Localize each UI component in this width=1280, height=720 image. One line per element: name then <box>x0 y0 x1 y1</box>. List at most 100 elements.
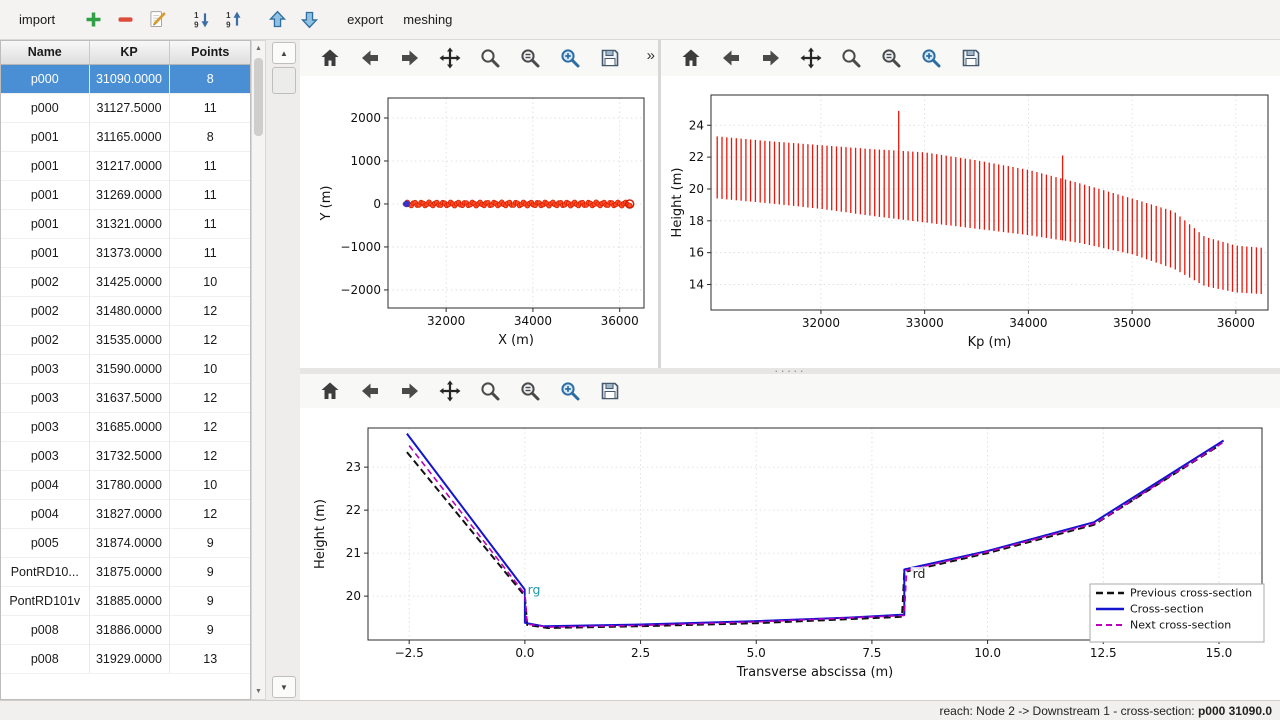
table-cell[interactable]: p003 <box>1 441 89 470</box>
table-cell[interactable]: 9 <box>169 586 251 615</box>
table-cell[interactable]: 31480.0000 <box>89 296 169 325</box>
forward-button[interactable] <box>394 43 426 73</box>
table-cell[interactable]: 31425.0000 <box>89 267 169 296</box>
subplots-button[interactable] <box>514 43 546 73</box>
table-cell[interactable]: p002 <box>1 267 89 296</box>
table-row[interactable]: p00231480.000012 <box>1 296 251 325</box>
back-button[interactable] <box>354 376 386 406</box>
table-cell[interactable]: p001 <box>1 151 89 180</box>
back-button[interactable] <box>354 43 386 73</box>
pan-button[interactable] <box>434 376 466 406</box>
move-down-button[interactable] <box>294 5 324 35</box>
cross-section-chart[interactable]: −2.50.02.55.07.510.012.515.020212223Tran… <box>300 408 1280 700</box>
table-cell[interactable]: 13 <box>169 644 251 673</box>
zoom-button[interactable] <box>474 43 506 73</box>
table-cell[interactable]: 31875.0000 <box>89 557 169 586</box>
table-row[interactable]: p00331732.500012 <box>1 441 251 470</box>
table-cell[interactable]: 12 <box>169 325 251 354</box>
sort-descending-button[interactable]: 1 9 <box>218 5 248 35</box>
table-cell[interactable]: PontRD101v <box>1 586 89 615</box>
table-row[interactable]: p00431827.000012 <box>1 499 251 528</box>
table-cell[interactable]: 10 <box>169 470 251 499</box>
table-cell[interactable]: 31535.0000 <box>89 325 169 354</box>
table-row[interactable]: p00131217.000011 <box>1 151 251 180</box>
table-row[interactable]: PontRD101v31885.00009 <box>1 586 251 615</box>
table-cell[interactable]: p000 <box>1 64 89 93</box>
table-cell[interactable]: p008 <box>1 615 89 644</box>
edit-cross-section-button[interactable] <box>142 5 172 35</box>
table-row[interactable]: p00231535.000012 <box>1 325 251 354</box>
table-cell[interactable]: 31127.5000 <box>89 93 169 122</box>
table-cell[interactable]: 31269.0000 <box>89 180 169 209</box>
table-cell[interactable]: 12 <box>169 441 251 470</box>
table-cell[interactable]: 31165.0000 <box>89 122 169 151</box>
table-row[interactable]: p00131321.000011 <box>1 209 251 238</box>
export-button[interactable]: export <box>338 8 392 31</box>
table-cell[interactable]: 31886.0000 <box>89 615 169 644</box>
table-row[interactable]: p00331637.500012 <box>1 383 251 412</box>
table-cell[interactable]: 12 <box>169 499 251 528</box>
table-cell[interactable]: PontRD10... <box>1 557 89 586</box>
table-cell[interactable]: 31929.0000 <box>89 644 169 673</box>
table-cell[interactable]: 31373.0000 <box>89 238 169 267</box>
home-button[interactable] <box>314 376 346 406</box>
table-cell[interactable]: 9 <box>169 615 251 644</box>
table-cell[interactable]: 31090.0000 <box>89 64 169 93</box>
pan-button[interactable] <box>795 43 827 73</box>
toolbar-overflow-button[interactable]: » <box>647 47 655 64</box>
table-cell[interactable]: p003 <box>1 383 89 412</box>
customize-button[interactable] <box>915 43 947 73</box>
table-row[interactable]: p00331590.000010 <box>1 354 251 383</box>
table-cell[interactable]: p008 <box>1 644 89 673</box>
panel-scroll-down-button[interactable]: ▼ <box>272 676 296 698</box>
plan-view-chart[interactable]: 320003400036000−2000−1000010002000X (m)Y… <box>300 76 658 368</box>
column-header-name[interactable]: Name <box>1 41 89 64</box>
add-cross-section-button[interactable] <box>78 5 108 35</box>
table-cell[interactable]: p003 <box>1 412 89 441</box>
forward-button[interactable] <box>755 43 787 73</box>
column-header-kp[interactable]: KP <box>89 41 169 64</box>
table-row[interactable]: p00831929.000013 <box>1 644 251 673</box>
customize-button[interactable] <box>554 376 586 406</box>
import-button[interactable]: import <box>10 8 64 31</box>
table-cell[interactable]: 31685.0000 <box>89 412 169 441</box>
table-scrollbar-thumb[interactable] <box>254 58 263 136</box>
table-cell[interactable]: 9 <box>169 557 251 586</box>
table-cell[interactable]: 11 <box>169 238 251 267</box>
table-row[interactable]: p00331685.000012 <box>1 412 251 441</box>
zoom-button[interactable] <box>835 43 867 73</box>
meshing-button[interactable]: meshing <box>394 8 461 31</box>
table-row[interactable]: p00231425.000010 <box>1 267 251 296</box>
customize-button[interactable] <box>554 43 586 73</box>
remove-cross-section-button[interactable] <box>110 5 140 35</box>
table-row[interactable]: p00131373.000011 <box>1 238 251 267</box>
table-row[interactable]: p00131269.000011 <box>1 180 251 209</box>
table-cell[interactable]: 31874.0000 <box>89 528 169 557</box>
longitudinal-view-chart[interactable]: 3200033000340003500036000141618202224Kp … <box>661 76 1280 368</box>
table-cell[interactable]: p001 <box>1 180 89 209</box>
table-cell[interactable]: 31827.0000 <box>89 499 169 528</box>
table-cell[interactable]: p003 <box>1 354 89 383</box>
table-row[interactable]: p00031127.500011 <box>1 93 251 122</box>
table-cell[interactable]: 8 <box>169 64 251 93</box>
save-button[interactable] <box>955 43 987 73</box>
back-button[interactable] <box>715 43 747 73</box>
table-cell[interactable]: 10 <box>169 354 251 383</box>
table-cell[interactable]: 11 <box>169 209 251 238</box>
table-cell[interactable]: 12 <box>169 412 251 441</box>
table-row[interactable]: p00431780.000010 <box>1 470 251 499</box>
table-cell[interactable]: p004 <box>1 470 89 499</box>
forward-button[interactable] <box>394 376 426 406</box>
table-cell[interactable]: 8 <box>169 122 251 151</box>
table-row[interactable]: p00531874.00009 <box>1 528 251 557</box>
table-cell[interactable]: p000 <box>1 93 89 122</box>
table-row[interactable]: p00831886.00009 <box>1 615 251 644</box>
save-button[interactable] <box>594 376 626 406</box>
table-cell[interactable]: 11 <box>169 93 251 122</box>
subplots-button[interactable] <box>514 376 546 406</box>
table-cell[interactable]: 12 <box>169 383 251 412</box>
table-cell[interactable]: p005 <box>1 528 89 557</box>
home-button[interactable] <box>314 43 346 73</box>
table-cell[interactable]: 31885.0000 <box>89 586 169 615</box>
panel-scroll-up-button[interactable]: ▲ <box>272 42 296 64</box>
